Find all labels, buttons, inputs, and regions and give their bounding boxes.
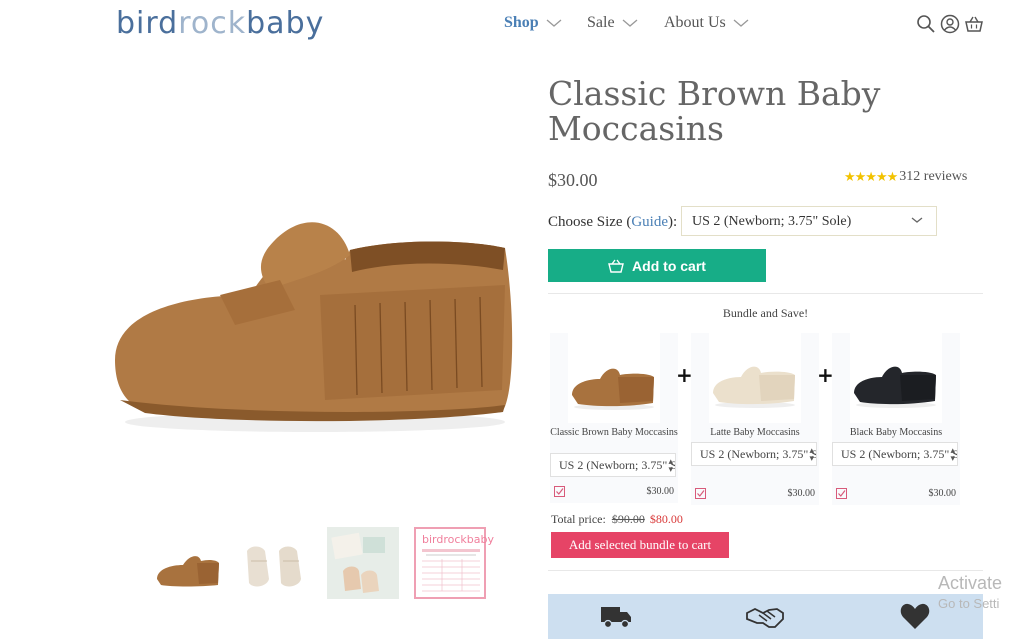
check-icon — [556, 488, 564, 495]
bundle-card-brown: Classic Brown Baby Moccasins US 2 (Newbo… — [550, 333, 678, 503]
bundle-item-name: Latte Baby Moccasins — [710, 427, 800, 438]
bundle-title: Bundle and Save! — [722, 306, 809, 320]
nav-sale[interactable]: Sale — [587, 14, 639, 32]
nav-about-label: About Us — [664, 14, 726, 31]
divider — [548, 570, 983, 571]
review-count: 312 reviews — [899, 169, 968, 184]
product-price: $30.00 — [548, 170, 598, 190]
size-label: Choose Size (Guide): — [548, 214, 677, 231]
add-to-cart-button[interactable]: Add to cart — [548, 249, 766, 282]
nav-about-us[interactable]: About Us — [664, 14, 750, 32]
bundle-item-checkbox[interactable] — [695, 488, 706, 499]
bundle-item-name: Classic Brown Baby Moccasins — [550, 427, 678, 438]
product-title: Classic Brown Baby Moccasins — [548, 74, 881, 148]
bundle-image-black — [850, 333, 942, 423]
thumbnail-latte-pair[interactable] — [239, 527, 311, 599]
bundle-card-black: Black Baby Moccasins US 2 (Newborn; 3.75… — [832, 333, 960, 505]
chevron-down-icon — [546, 19, 562, 27]
bundle-item-price: $30.00 — [787, 488, 816, 499]
divider — [548, 293, 983, 294]
nav-sale-label: Sale — [587, 14, 615, 31]
bundle-item-size-select[interactable]: US 2 (Newborn; 3.75" Sole) ▴▾ — [832, 442, 958, 466]
add-bundle-to-cart-button[interactable]: Add selected bundle to cart — [551, 532, 729, 558]
thumbnail-gift-box[interactable] — [327, 527, 399, 599]
nav-shop-label: Shop — [504, 14, 539, 31]
thumbnail-brown-moccasin[interactable] — [151, 527, 223, 599]
updown-arrow-icon: ▴ ▾ — [950, 445, 955, 463]
product-rating[interactable]: ★★★★★ 312 reviews — [844, 169, 967, 185]
bundle-image-brown — [568, 333, 660, 423]
total-label: Total price: — [551, 512, 606, 526]
bundle-total: Total price: $90.00 $80.00 — [551, 512, 683, 527]
total-old-price: $90.00 — [611, 512, 645, 526]
updown-arrow-icon: ▴ ▾ — [668, 456, 673, 474]
brand-logo[interactable]: birdrockbaby — [116, 6, 324, 41]
logo-part-bird: bird — [116, 6, 179, 41]
bundle-item-price: $30.00 — [646, 486, 675, 497]
bundle-image-latte — [709, 333, 801, 423]
delivery-truck-icon — [601, 607, 631, 629]
add-to-cart-label: Add to cart — [632, 257, 706, 274]
size-chart-logo: birdrockbaby — [422, 533, 494, 546]
chevron-down-icon — [733, 19, 749, 27]
nav-shop[interactable]: Shop — [504, 14, 563, 32]
handshake-icon — [746, 607, 784, 628]
watermark-line1: Activate — [938, 573, 1003, 593]
updown-arrow-icon: ▴ ▾ — [809, 445, 814, 463]
size-label-suffix: ): — [668, 214, 678, 230]
bundle-card-latte: Latte Baby Moccasins US 2 (Newborn; 3.75… — [691, 333, 819, 505]
watermark-line2: Go to Setti — [938, 596, 1000, 611]
chevron-down-icon — [622, 19, 637, 27]
heart-icon — [900, 603, 930, 629]
bundle-item-price: $30.00 — [928, 488, 957, 499]
size-select-value: US 2 (Newborn; 3.75" Sole) — [692, 214, 852, 229]
bundle-item-checkbox[interactable] — [836, 488, 847, 499]
bundle-item-size-select[interactable]: US 2 (Newborn; 3.75" Sole) ▴▾ — [691, 442, 817, 466]
bundle-item-size-value: US 2 (Newborn; 3.75" Sole) — [559, 458, 675, 472]
size-chart-table — [422, 549, 480, 592]
check-icon — [697, 490, 705, 497]
size-select[interactable]: US 2 (Newborn; 3.75" Sole) — [681, 206, 937, 236]
total-new-price: $80.00 — [649, 512, 683, 526]
bundle-item-checkbox[interactable] — [554, 486, 565, 497]
chevron-down-icon — [911, 217, 923, 223]
thumbnail-size-chart[interactable]: birdrockbaby — [414, 527, 494, 599]
logo-part-rock: rock — [178, 6, 247, 41]
bundle-item-name: Black Baby Moccasins — [849, 427, 943, 438]
bundle-item-size-select[interactable]: US 2 (Newborn; 3.75" Sole) ▴▾ — [550, 453, 676, 477]
basket-icon — [608, 259, 624, 273]
product-main-image — [115, 222, 513, 432]
star-rating-icon: ★★★★★ — [844, 169, 898, 184]
bundle-item-size-value: US 2 (Newborn; 3.75" Sole) — [700, 447, 816, 461]
size-guide-link[interactable]: Guide — [631, 214, 668, 230]
size-label-prefix: Choose Size ( — [548, 214, 632, 230]
cart-basket-icon[interactable] — [964, 14, 984, 34]
check-icon — [838, 490, 846, 497]
logo-part-baby: baby — [246, 6, 325, 41]
features-bar — [548, 594, 983, 639]
bundle-item-size-value: US 2 (Newborn; 3.75" Sole) — [841, 447, 957, 461]
account-icon[interactable] — [940, 14, 960, 34]
activation-watermark: Activate Go to Setti — [938, 573, 1002, 611]
search-icon[interactable] — [916, 14, 936, 34]
